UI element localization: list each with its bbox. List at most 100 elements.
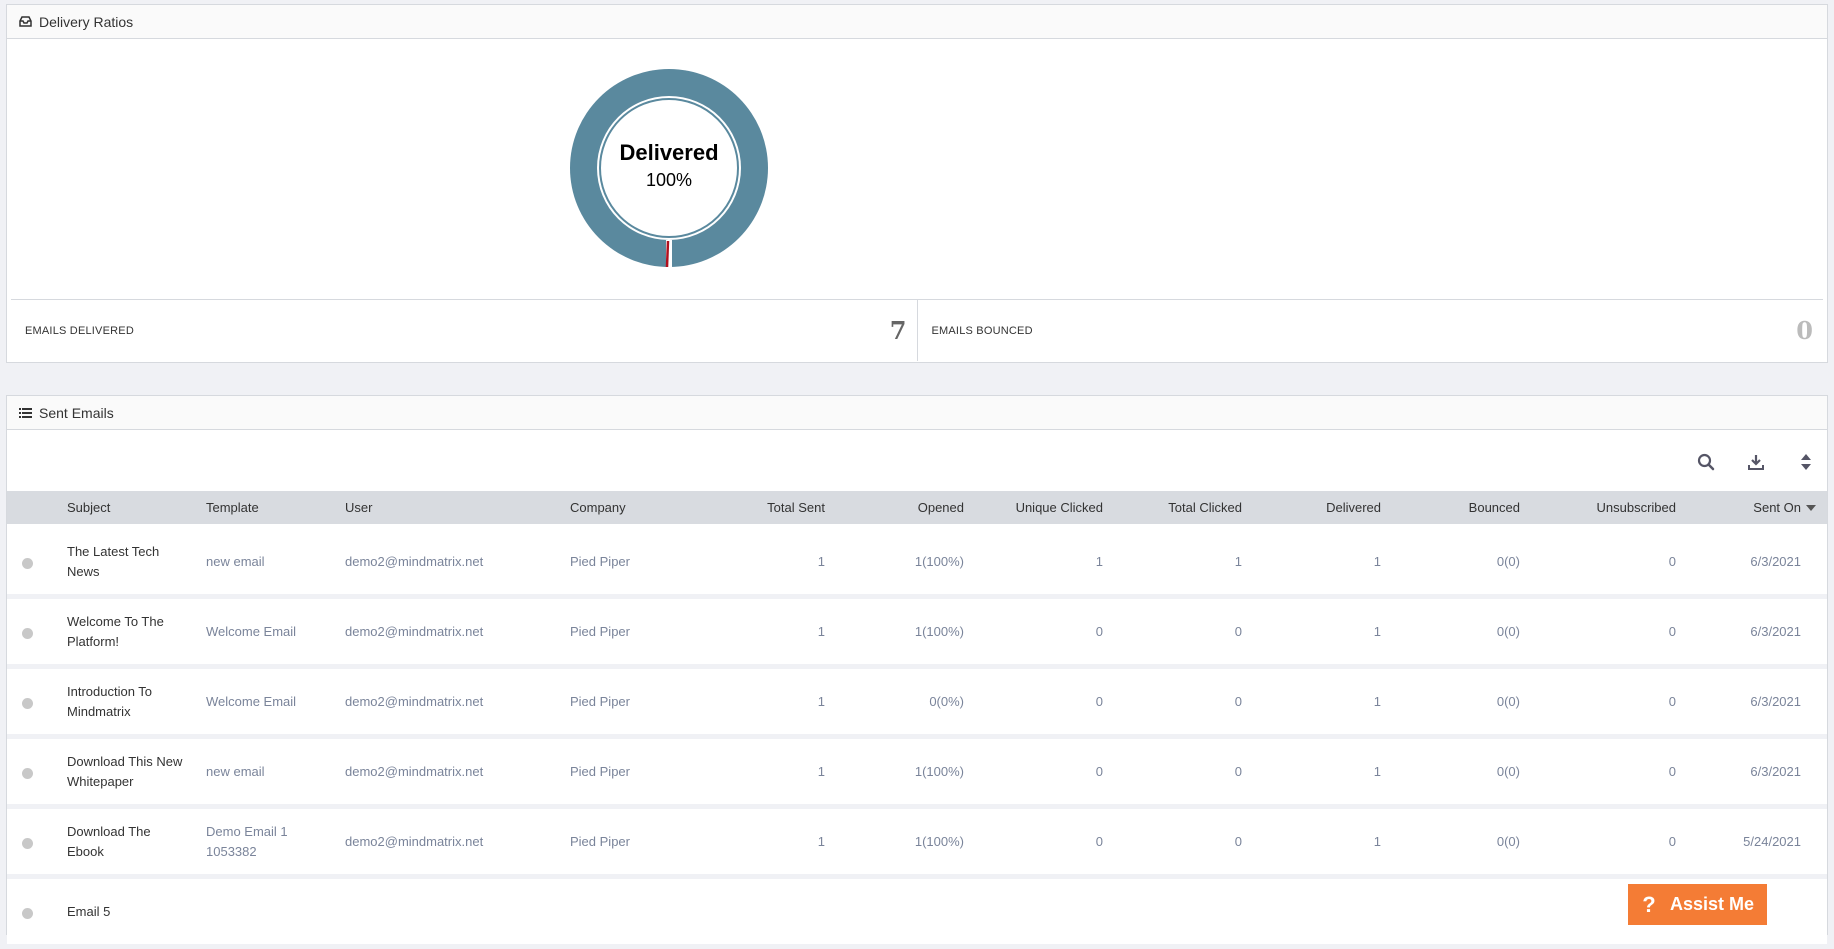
col-opened[interactable]: Opened (834, 491, 964, 524)
delivery-donut-chart: Delivered 100% (570, 69, 768, 268)
cell-unsubscribed: 0 (1668, 694, 1676, 709)
cell-delivered: 1 (1373, 764, 1381, 779)
cell-unique-clicked: 0 (1095, 694, 1103, 709)
sort-toggle-button[interactable] (1795, 451, 1817, 473)
col-unique-clicked[interactable]: Unique Clicked (973, 491, 1103, 524)
cell-delivered: 1 (1373, 624, 1381, 639)
sort-desc-icon[interactable] (1806, 491, 1818, 524)
cell-bounced: 0(0) (1496, 694, 1520, 709)
download-button[interactable] (1745, 451, 1767, 473)
status-dot (22, 698, 33, 709)
assist-me-button[interactable]: ? Assist Me (1628, 884, 1767, 925)
cell-total-clicked: 0 (1234, 694, 1242, 709)
table-row[interactable]: Introduction To Mindmatrix Welcome Email d… (7, 669, 1827, 739)
cell-opened: 1(100%) (914, 764, 964, 779)
help-icon: ? (1642, 891, 1656, 917)
col-unsubscribed[interactable]: Unsubscribed (1546, 491, 1677, 524)
delivery-ratios-title: Delivery Ratios (39, 13, 134, 30)
col-subject[interactable]: Subject (67, 491, 187, 524)
col-user[interactable]: User (345, 491, 545, 524)
delivery-chart-area: Delivered 100% (7, 39, 1827, 299)
cell-user: demo2@mindmatrix.net (345, 554, 484, 569)
cell-subject[interactable]: Welcome To The Platform! (67, 599, 187, 664)
col-total-sent[interactable]: Total Sent (695, 491, 825, 524)
delivery-ratios-panel: Delivery Ratios Delivered 100% EMAILS DE… (6, 4, 1828, 363)
cell-unique-clicked (973, 879, 1103, 944)
cell-template: Welcome Email (206, 693, 297, 709)
cell-bounced: 0(0) (1496, 834, 1520, 849)
table-body: The Latest Tech News new email demo2@mindm… (7, 529, 1827, 949)
table-row[interactable]: Download This New Whitepaper new email dem… (7, 739, 1827, 809)
cell-opened: 1(100%) (914, 624, 964, 639)
status-dot (22, 628, 33, 639)
cell-template: new email (206, 553, 265, 569)
table-row[interactable]: The Latest Tech News new email demo2@mindm… (7, 529, 1827, 599)
cell-opened (834, 879, 964, 944)
delivery-ratios-header: Delivery Ratios (7, 5, 1827, 39)
cell-template: new email (206, 763, 265, 779)
cell-sent-on: 5/24/2021 (1743, 834, 1801, 849)
cell-unique-clicked: 0 (1095, 624, 1103, 639)
cell-unique-clicked: 1 (1095, 554, 1103, 569)
table-row[interactable]: Download The Ebook Demo Email 1 1053382 de… (7, 809, 1827, 879)
table-row[interactable]: Welcome To The Platform! Welcome Email dem… (7, 599, 1827, 669)
col-total-clicked[interactable]: Total Clicked (1112, 491, 1242, 524)
cell-bounced: 0(0) (1496, 764, 1520, 779)
col-template[interactable]: Template (206, 491, 336, 524)
cell-sent-on: 6/3/2021 (1750, 624, 1801, 639)
table-row[interactable]: Email 5 (7, 879, 1827, 949)
cell-total-clicked: 0 (1234, 764, 1242, 779)
cell-delivered (1251, 879, 1381, 944)
cell-unsubscribed: 0 (1668, 834, 1676, 849)
assist-me-label: Assist Me (1670, 894, 1755, 914)
cell-unsubscribed: 0 (1668, 624, 1676, 639)
cell-sent-on: 6/3/2021 (1750, 764, 1801, 779)
cell-delivered: 1 (1373, 554, 1381, 569)
cell-total-sent: 1 (817, 694, 825, 709)
cell-delivered: 1 (1373, 834, 1381, 849)
cell-subject[interactable]: Download The Ebook (67, 809, 187, 874)
search-icon (1697, 453, 1715, 471)
cell-subject[interactable]: Download This New Whitepaper (67, 739, 187, 804)
cell-unique-clicked: 0 (1095, 834, 1103, 849)
cell-template (206, 879, 336, 944)
cell-user: demo2@mindmatrix.net (345, 834, 484, 849)
sent-emails-toolbar (7, 430, 1827, 490)
cell-total-sent: 1 (817, 834, 825, 849)
donut-bounced-slice (665, 240, 670, 268)
col-bounced[interactable]: Bounced (1390, 491, 1520, 524)
cell-unsubscribed: 0 (1668, 554, 1676, 569)
cell-subject[interactable]: Email 5 (67, 879, 187, 944)
cell-template: Demo Email 1 1053382 (206, 823, 288, 859)
cell-total-sent: 1 (817, 624, 825, 639)
cell-bounced: 0(0) (1496, 554, 1520, 569)
sent-emails-panel: Sent Emails Subject Template User Compan… (6, 395, 1828, 949)
cell-opened: 1(100%) (914, 554, 964, 569)
cell-total-clicked (1112, 879, 1242, 944)
cell-subject[interactable]: Introduction To Mindmatrix (67, 669, 187, 734)
cell-bounced: 0(0) (1496, 624, 1520, 639)
status-dot (22, 908, 33, 919)
cell-template: Welcome Email (206, 623, 297, 639)
sort-icon (1801, 454, 1811, 470)
download-icon (1748, 455, 1764, 470)
cell-opened: 0(0%) (929, 694, 964, 709)
search-button[interactable] (1695, 451, 1717, 473)
cell-total-sent: 1 (817, 764, 825, 779)
sent-emails-title: Sent Emails (39, 404, 114, 421)
col-delivered[interactable]: Delivered (1251, 491, 1381, 524)
cell-user (345, 879, 545, 944)
cell-user: demo2@mindmatrix.net (345, 764, 484, 779)
sent-emails-header: Sent Emails (7, 396, 1827, 430)
emails-delivered-value: 7 (889, 316, 907, 345)
emails-delivered-stat: EMAILS DELIVERED 7 (11, 300, 917, 361)
col-sent-on[interactable]: Sent On (1685, 491, 1801, 524)
cell-opened: 1(100%) (914, 834, 964, 849)
cell-subject[interactable]: The Latest Tech News (67, 529, 187, 594)
donut-label: Delivered (619, 140, 718, 165)
emails-delivered-label: EMAILS DELIVERED (25, 324, 134, 337)
cell-delivered: 1 (1373, 694, 1381, 709)
cell-sent-on: 6/3/2021 (1750, 694, 1801, 709)
cell-total-sent (695, 879, 825, 944)
cell-unsubscribed: 0 (1668, 764, 1676, 779)
